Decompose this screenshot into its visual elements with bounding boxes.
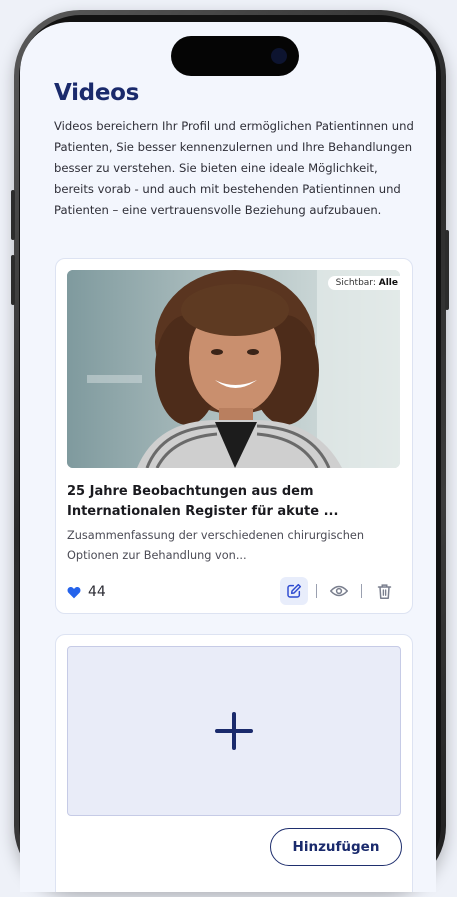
likes-counter: 44 [67, 584, 106, 600]
dynamic-island [171, 36, 299, 76]
app-screen: Videos Videos bereichern Ihr Profil und … [20, 22, 436, 892]
video-card[interactable]: Sichtbar: Alle 25 Jahre Beobachtungen au… [55, 258, 413, 614]
view-button[interactable] [325, 577, 353, 605]
visibility-label: Sichtbar: [335, 278, 376, 288]
edit-button[interactable] [280, 577, 308, 605]
add-button[interactable]: Hinzufügen [270, 828, 402, 866]
add-video-card: Hinzufügen [55, 634, 413, 892]
delete-button[interactable] [370, 577, 398, 605]
phone-side-button [445, 230, 449, 310]
plus-icon [215, 712, 253, 750]
video-thumbnail[interactable]: Sichtbar: Alle [67, 270, 400, 468]
page-title: Videos [54, 80, 140, 106]
video-description: Zusammenfassung der verschiedenen chirur… [67, 529, 364, 562]
heart-icon [67, 586, 81, 598]
video-actions [280, 577, 398, 605]
phone-side-button [11, 190, 15, 240]
edit-icon [287, 583, 302, 598]
visibility-value: Alle [378, 278, 398, 288]
phone-side-button [11, 255, 15, 305]
divider [361, 584, 362, 598]
upload-dropzone[interactable] [67, 646, 401, 816]
portrait-image [67, 270, 400, 468]
visibility-badge: Sichtbar: Alle [327, 276, 400, 290]
likes-count: 44 [88, 584, 106, 600]
divider [316, 584, 317, 598]
camera-icon [271, 48, 287, 64]
eye-icon [330, 585, 348, 597]
trash-icon [377, 583, 391, 599]
video-title[interactable]: 25 Jahre Beobachtungen aus dem Internati… [67, 482, 397, 522]
intro-text: Videos bereichern Ihr Profil und ermögli… [54, 119, 414, 217]
